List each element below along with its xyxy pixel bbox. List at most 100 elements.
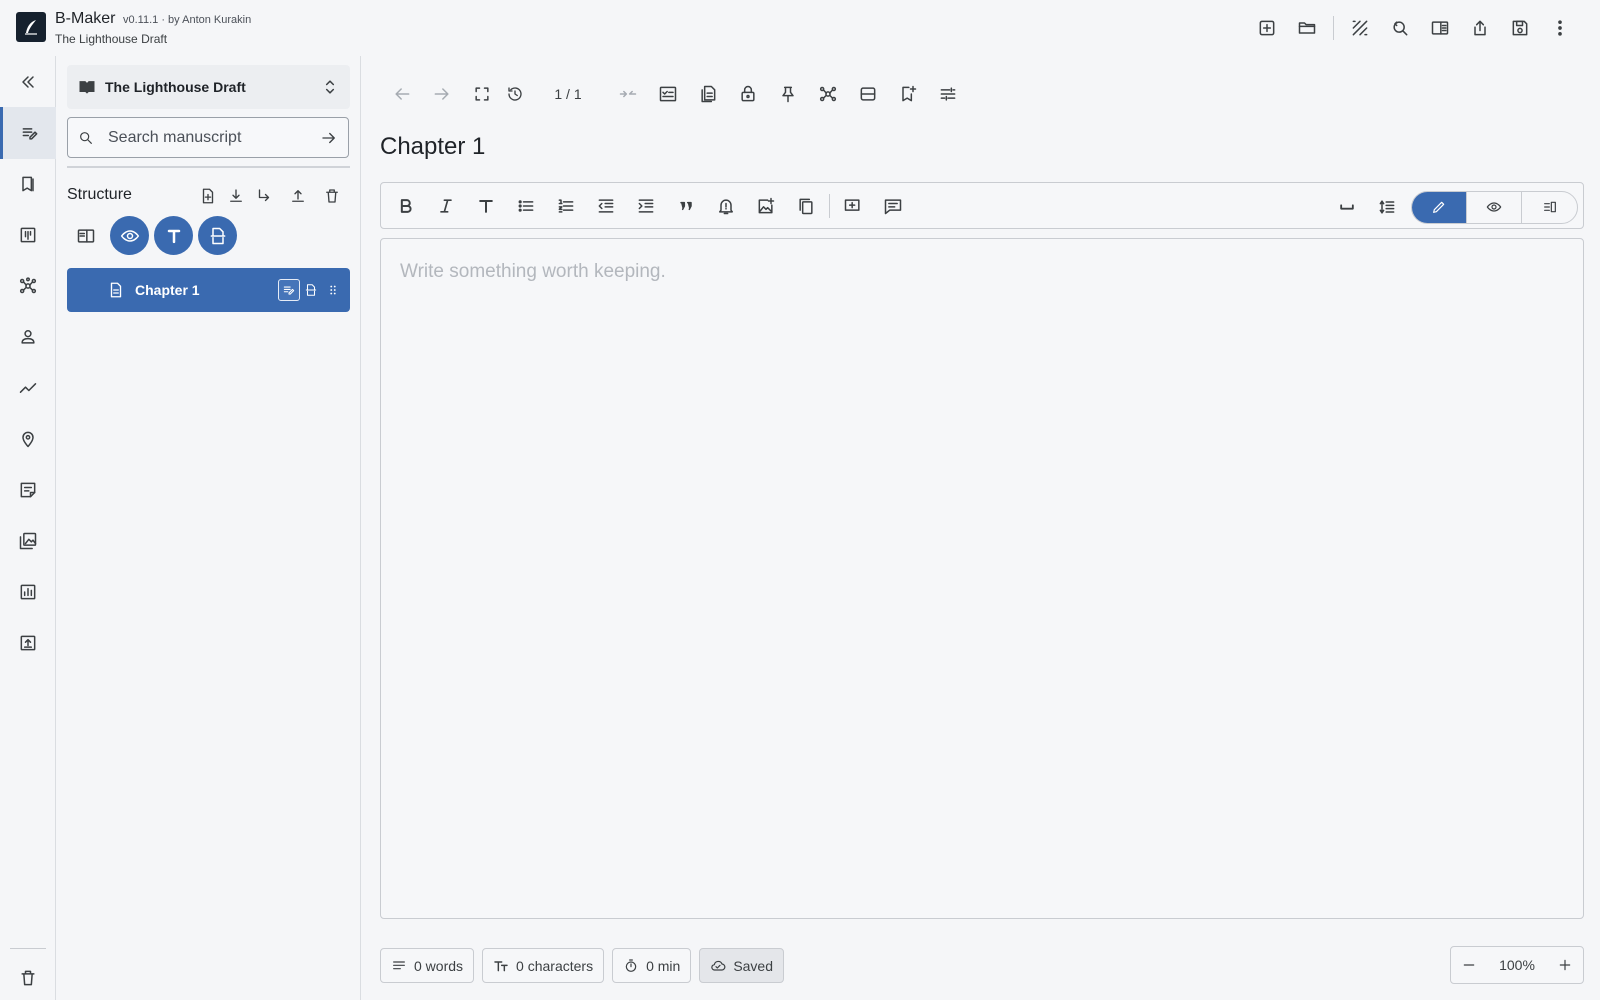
delete-icon: [326, 189, 338, 203]
fullscreen-button[interactable]: [462, 76, 502, 112]
rail-item-graph[interactable]: [0, 260, 56, 312]
rail-item-timeline[interactable]: [0, 362, 56, 414]
board-icon: [20, 227, 36, 243]
pin-icon: [782, 86, 794, 103]
move-button[interactable]: [250, 180, 278, 212]
split-mode-button[interactable]: [1522, 192, 1577, 223]
chapter-scene-button[interactable]: [300, 279, 322, 301]
save-button[interactable]: [1500, 8, 1540, 48]
checklist-button[interactable]: [648, 76, 688, 112]
history-icon: [508, 87, 522, 101]
toggle-panel-button[interactable]: [67, 217, 105, 255]
visibility-toggle[interactable]: [110, 216, 149, 255]
duplicate-button[interactable]: [786, 186, 826, 226]
drag-handle[interactable]: [322, 279, 344, 301]
split-mode-icon: [1543, 201, 1556, 213]
notes-icon: [20, 482, 36, 498]
settings-button[interactable]: [928, 76, 968, 112]
text-toggle[interactable]: [154, 216, 193, 255]
character-count: 0 characters: [482, 948, 605, 983]
document-title[interactable]: Chapter 1: [380, 133, 485, 161]
collapse-button[interactable]: [0, 56, 56, 108]
italic-button[interactable]: [426, 186, 466, 226]
scene-toggle[interactable]: [198, 216, 237, 255]
insert-image-button[interactable]: [746, 186, 786, 226]
tree-item-chapter[interactable]: Chapter 1: [67, 268, 350, 312]
add-comment-button[interactable]: [833, 186, 873, 226]
split-view-button[interactable]: [1420, 8, 1460, 48]
add-bookmark-button[interactable]: [888, 76, 928, 112]
rail-item-board[interactable]: [0, 209, 56, 261]
rail-item-locations[interactable]: [0, 413, 56, 465]
back-button[interactable]: [382, 76, 422, 112]
cloud-done-icon: [711, 960, 726, 971]
heading-button[interactable]: [466, 186, 506, 226]
rail-item-characters[interactable]: [0, 311, 56, 363]
comments-button[interactable]: [873, 186, 913, 226]
forward-button[interactable]: [422, 76, 462, 112]
search-icon: [80, 131, 92, 144]
add-chapter-button[interactable]: [194, 180, 222, 212]
subdirectory-arrow-icon: [258, 189, 270, 202]
texture-button[interactable]: [1340, 8, 1380, 48]
find-replace-button[interactable]: [1380, 8, 1420, 48]
import-button[interactable]: [222, 180, 250, 212]
new-document-icon: [1259, 20, 1275, 36]
quote-button[interactable]: [666, 186, 706, 226]
rail-item-notes[interactable]: [0, 464, 56, 516]
outdent-button[interactable]: [586, 186, 626, 226]
reading-time: 0 min: [612, 948, 692, 983]
pin-button[interactable]: [768, 76, 808, 112]
copy-document-button[interactable]: [688, 76, 728, 112]
structure-actions: [194, 180, 346, 212]
bullet-list-button[interactable]: [506, 186, 546, 226]
export-structure-button[interactable]: [284, 180, 312, 212]
statistics-icon: [20, 584, 36, 600]
copy-icon: [799, 198, 813, 214]
more-button[interactable]: [1540, 8, 1580, 48]
rail-trash-button[interactable]: [0, 952, 56, 1000]
arrow-forward-icon[interactable]: [320, 129, 338, 147]
minus-icon: [1463, 964, 1475, 966]
document-icon: [110, 282, 122, 298]
zoom-out-button[interactable]: [1457, 953, 1481, 977]
add-box-icon: [844, 198, 860, 211]
zoom-in-button[interactable]: [1553, 953, 1577, 977]
rail-item-bookmarks[interactable]: [0, 158, 56, 210]
search-input[interactable]: [108, 128, 320, 147]
alert-button[interactable]: [706, 186, 746, 226]
bookmarks-icon: [22, 176, 34, 192]
bold-button[interactable]: [386, 186, 426, 226]
merge-button[interactable]: [608, 76, 648, 112]
rail-item-statistics[interactable]: [0, 566, 56, 618]
delete-structure-button[interactable]: [318, 180, 346, 212]
text-icon: [167, 229, 180, 243]
manuscript-icon: [22, 128, 37, 140]
history-button[interactable]: [502, 76, 528, 112]
rail-item-manuscript[interactable]: [0, 107, 56, 159]
numbered-list-button[interactable]: [546, 186, 586, 226]
lock-button[interactable]: [728, 76, 768, 112]
scene-break-icon: [210, 227, 225, 244]
comment-icon: [884, 198, 902, 214]
edit-mode-button[interactable]: [1412, 191, 1467, 223]
editor-input[interactable]: [381, 239, 1583, 918]
open-folder-button[interactable]: [1287, 8, 1327, 48]
preview-mode-button[interactable]: [1467, 191, 1522, 223]
alert-icon: [719, 198, 733, 214]
open-folder-icon: [1298, 22, 1316, 34]
fullscreen-icon: [475, 87, 489, 101]
reading-time-label: 0 min: [646, 957, 681, 974]
rail-item-gallery[interactable]: [0, 515, 56, 567]
edit-chapter-button[interactable]: [278, 279, 300, 301]
export-button[interactable]: [1460, 8, 1500, 48]
split-button[interactable]: [848, 76, 888, 112]
rail-item-publish[interactable]: [0, 617, 56, 669]
graph-view-button[interactable]: [808, 76, 848, 112]
line-spacing-button[interactable]: [1367, 187, 1407, 227]
project-select[interactable]: The Lighthouse Draft: [67, 65, 350, 109]
new-document-button[interactable]: [1247, 8, 1287, 48]
indent-button[interactable]: [626, 186, 666, 226]
space-button[interactable]: [1327, 187, 1367, 227]
bold-icon: [400, 198, 412, 213]
